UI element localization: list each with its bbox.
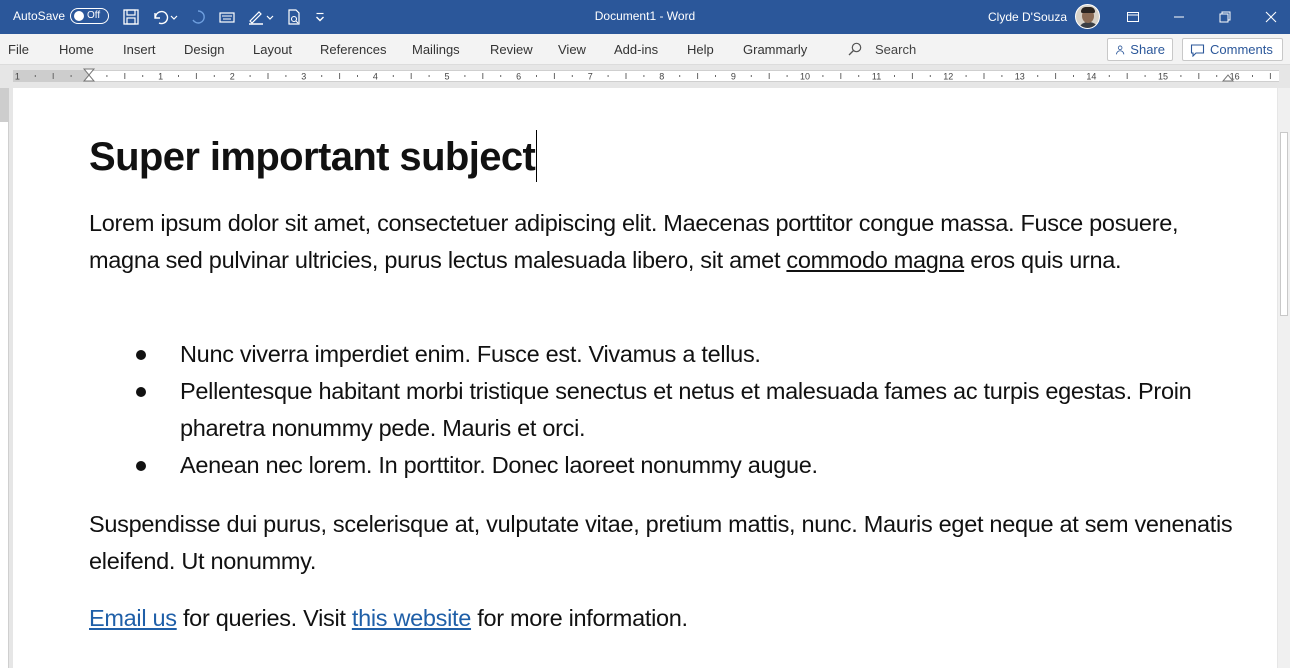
scrollbar-thumb[interactable]: [1280, 132, 1288, 316]
horizontal-ruler[interactable]: 1 1 2 3 4 5 6 7 8 9 10 11 12 13 14 15 16: [0, 65, 1290, 87]
user-name[interactable]: Clyde D'Souza: [988, 10, 1067, 24]
restore-icon[interactable]: [1215, 7, 1235, 27]
ruler-number: 15: [1158, 72, 1168, 82]
vertical-scrollbar[interactable]: [1278, 88, 1290, 668]
paragraph-3[interactable]: Email us for queries. Visit this website…: [89, 600, 1239, 637]
comment-icon: [1190, 43, 1205, 57]
ruler-number: 2: [230, 72, 235, 82]
ruler-ticks: 1 1 2 3 4 5 6 7 8 9 10 11 12 13 14 15 16: [0, 68, 1271, 82]
vertical-ruler[interactable]: [0, 88, 9, 668]
paragraph-2[interactable]: Suspendisse dui purus, scelerisque at, v…: [89, 506, 1239, 580]
search-icon: [848, 42, 862, 56]
tab-grammarly[interactable]: Grammarly: [743, 42, 807, 57]
tab-layout[interactable]: Layout: [253, 42, 292, 57]
list-item[interactable]: Pellentesque habitant morbi tristique se…: [89, 373, 1239, 447]
tab-review[interactable]: Review: [490, 42, 533, 57]
tab-design[interactable]: Design: [184, 42, 224, 57]
bullet-icon: [136, 350, 146, 360]
ruler-number: 4: [373, 72, 378, 82]
ruler-number: 10: [800, 72, 810, 82]
title-bar: AutoSave Off Document1 - Word Clyde D'So…: [0, 0, 1290, 34]
bullet-icon: [136, 461, 146, 471]
ruler-number: 11: [872, 72, 881, 82]
menu-bar: File Home Insert Design Layout Reference…: [0, 34, 1290, 65]
minimize-icon[interactable]: [1169, 7, 1189, 27]
search-label: Search: [875, 41, 917, 57]
comments-button[interactable]: Comments: [1182, 38, 1283, 61]
share-button[interactable]: Share: [1107, 38, 1173, 61]
tab-insert[interactable]: Insert: [123, 42, 156, 57]
bullet-list[interactable]: Nunc viverra imperdiet enim. Fusce est. …: [89, 336, 1239, 484]
tab-add-ins[interactable]: Add-ins: [614, 42, 658, 57]
list-item[interactable]: Nunc viverra imperdiet enim. Fusce est. …: [89, 336, 1239, 373]
ruler-number: 9: [731, 72, 736, 82]
hanging-indent-marker[interactable]: [82, 74, 96, 82]
share-icon: [1116, 45, 1125, 54]
first-line-indent-marker[interactable]: [82, 68, 96, 76]
search-box[interactable]: Search: [847, 41, 916, 57]
tab-file[interactable]: File: [8, 42, 29, 57]
ruler-number: 7: [588, 72, 593, 82]
comments-label: Comments: [1210, 42, 1273, 57]
tab-mailings[interactable]: Mailings: [412, 42, 460, 57]
ruler-number: 12: [943, 72, 953, 82]
tab-view[interactable]: View: [558, 42, 586, 57]
ruler-number: 8: [659, 72, 664, 82]
ruler-number: 6: [516, 72, 521, 82]
close-icon[interactable]: [1261, 7, 1281, 27]
ruler-number: 1: [15, 72, 20, 82]
email-us-link[interactable]: Email us: [89, 605, 177, 631]
bullet-icon: [136, 387, 146, 397]
ruler-number: 13: [1015, 72, 1025, 82]
ruler-number: 1: [158, 72, 163, 82]
ribbon-display-options-icon[interactable]: [1123, 7, 1143, 27]
list-item[interactable]: Aenean nec lorem. In porttitor. Donec la…: [89, 447, 1239, 484]
share-label: Share: [1130, 42, 1165, 57]
tab-references[interactable]: References: [320, 42, 386, 57]
website-link[interactable]: this website: [352, 605, 471, 631]
ruler-number: 3: [301, 72, 306, 82]
document-heading[interactable]: Super important subject: [89, 130, 538, 182]
ruler-number: 14: [1086, 72, 1096, 82]
tab-home[interactable]: Home: [59, 42, 94, 57]
text-cursor: [536, 130, 538, 182]
tab-help[interactable]: Help: [687, 42, 714, 57]
paragraph-1[interactable]: Lorem ipsum dolor sit amet, consectetuer…: [89, 205, 1239, 279]
user-avatar[interactable]: [1075, 4, 1100, 29]
ruler-number: 5: [444, 72, 449, 82]
underlined-text: commodo magna: [786, 247, 965, 273]
